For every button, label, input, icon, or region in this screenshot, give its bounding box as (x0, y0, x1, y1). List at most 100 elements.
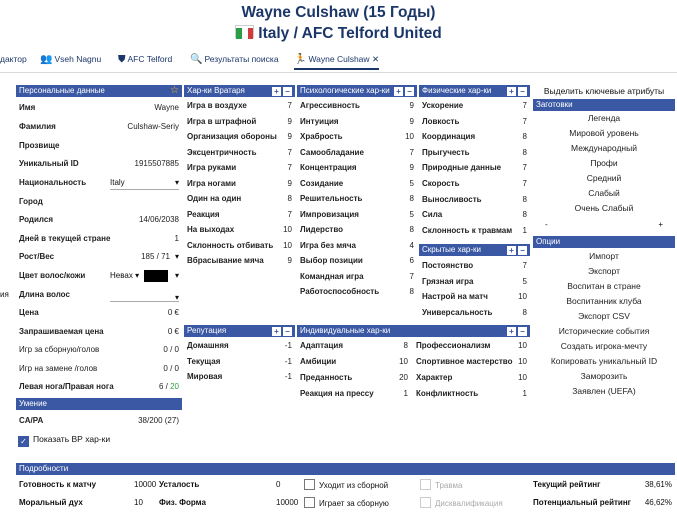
price-field[interactable]: 0 € (168, 304, 179, 322)
collapse-icon[interactable]: − (405, 87, 414, 96)
shield-icon: ⛊ (118, 54, 126, 65)
attribute-value[interactable]: 9 (288, 252, 292, 270)
collapse-icon[interactable]: − (283, 327, 292, 336)
personal-data-panel: Персональные данные ☆ Имя Wayne Фамилия Cul… (16, 85, 182, 397)
option-item[interactable]: Исторические события (533, 326, 675, 336)
favorite-star-icon[interactable]: ☆ (170, 85, 179, 97)
attribute-value[interactable]: 1 (404, 385, 408, 403)
tab-vseh-nagnu[interactable]: 👥 Vseh Nagnu (40, 54, 101, 65)
foot-row: Левая нога/Правая нога 6 / 20 (16, 378, 182, 396)
preset-item[interactable]: Очень Слабый (533, 203, 675, 213)
attribute-label: Реакция на прессу (300, 389, 374, 398)
hair-length-select[interactable]: ▾ (110, 289, 179, 302)
presets-title: Заготовки (536, 100, 573, 109)
option-item[interactable]: Воспитан в стране (533, 281, 675, 291)
subs-field[interactable]: 0 / 0 (163, 360, 179, 378)
collapse-icon[interactable]: − (283, 87, 292, 96)
ability-title: Умение (19, 399, 48, 408)
attribute-value[interactable]: 8 (410, 283, 414, 301)
mental-header: Психологические хар-ки + − (297, 85, 417, 97)
attribute-value[interactable]: 1 (523, 385, 527, 403)
attribute-row: Склонность к травмам 1 (419, 222, 530, 240)
chevron-down-icon: ▾ (174, 178, 179, 187)
mental-panel: Психологические хар-ки + − Агрессивность 9 И… (297, 85, 417, 319)
foot-field[interactable]: 6 / 20 (159, 378, 179, 396)
uid-field[interactable]: 1915507885 (135, 155, 180, 173)
expand-icon[interactable]: + (507, 246, 516, 255)
decrease-button[interactable]: - (545, 220, 548, 229)
tab-editor[interactable]: дактор (0, 54, 27, 64)
skin-chevron-icon[interactable]: ▾ (175, 267, 179, 285)
attribute-value[interactable]: 1 (523, 222, 527, 240)
club-nation-text: Italy / AFC Telford United (258, 25, 442, 42)
preset-item[interactable]: Международный (533, 143, 675, 153)
skin-color-swatch[interactable] (144, 270, 168, 282)
preset-item[interactable]: Мировой уровень (533, 128, 675, 138)
option-item[interactable]: Копировать уникальный ID (533, 356, 675, 366)
injury-checkbox[interactable]: Травма (420, 479, 462, 490)
preset-item[interactable]: Легенда (533, 113, 675, 123)
option-item[interactable]: Создать игрока-мечту (533, 341, 675, 351)
option-item[interactable]: Воспитанник клуба (533, 296, 675, 306)
stepper-icon[interactable]: ▾ (175, 248, 179, 266)
subs-row: Игр на замене /голов 0 / 0 (16, 360, 182, 378)
height-field[interactable]: 185 / 71 (141, 248, 170, 266)
leaves-national-checkbox[interactable]: Уходит из сборной (304, 479, 388, 490)
personal-data-title: Персональные данные (19, 86, 105, 95)
plays-national-checkbox[interactable]: Играет за сборную (304, 497, 389, 508)
ca-pa-field[interactable]: 38/200 (27) (138, 412, 179, 430)
option-item[interactable]: Экспорт CSV (533, 311, 675, 321)
city-field[interactable] (119, 193, 179, 205)
option-item[interactable]: Импорт (533, 251, 675, 261)
height-value: 185 (141, 252, 155, 261)
highlight-key-attributes-button[interactable]: Выделить ключевые атрибуты (533, 86, 675, 96)
surname-field[interactable]: Culshaw-Seriy (127, 118, 179, 136)
name-field[interactable]: Wayne (154, 99, 179, 117)
form-field[interactable]: 10000 (276, 498, 298, 507)
born-field[interactable]: 14/06/2038 (139, 211, 179, 229)
option-item[interactable]: Заявлен (UEFA) (533, 386, 675, 396)
expand-icon[interactable]: + (507, 327, 516, 336)
tab-wayne-culshaw[interactable]: 🏃 Wayne Culshaw ✕ (294, 54, 380, 70)
hair-length-label: Длина волос (19, 290, 70, 299)
price-label: Цена (19, 308, 39, 317)
option-item[interactable]: Заморозить (533, 371, 675, 381)
collapse-icon[interactable]: − (518, 87, 527, 96)
nationality-select[interactable]: Italy ▾ (110, 177, 179, 190)
preset-item[interactable]: Профи (533, 158, 675, 168)
expand-icon[interactable]: + (507, 87, 516, 96)
days-field[interactable]: 1 (175, 230, 179, 248)
nickname-field[interactable] (119, 137, 179, 149)
tab-afc-telford[interactable]: ⛊ AFC Telford (118, 54, 172, 65)
expand-icon[interactable]: + (272, 87, 281, 96)
fatigue-field[interactable]: 0 (276, 480, 280, 489)
caps-field[interactable]: 0 / 0 (163, 341, 179, 359)
checkbox-icon (420, 497, 431, 508)
close-tab-icon[interactable]: ✕ (372, 54, 379, 64)
asked-price-field[interactable]: 0 € (168, 323, 179, 341)
preset-item[interactable]: Слабый (533, 188, 675, 198)
tab-search-results[interactable]: 🔍 Результаты поиска (190, 54, 279, 65)
options-list: Импорт Экспорт Воспитан в стране Воспитанни… (533, 251, 675, 401)
current-rating-label: Текущий рейтинг (533, 480, 601, 489)
disqualification-checkbox[interactable]: Дисквалификация (420, 497, 503, 508)
option-item[interactable]: Экспорт (533, 266, 675, 276)
physical-title: Физические хар-ки (422, 86, 492, 95)
expand-icon[interactable]: + (272, 327, 281, 336)
collapse-icon[interactable]: − (518, 246, 527, 255)
preset-item[interactable]: Средний (533, 173, 675, 183)
player-title: Wayne Culshaw (15 Годы) (241, 4, 436, 21)
attribute-value[interactable]: -1 (285, 368, 292, 386)
height-weight-row: Рост/Вес 185 / 71 ▾ (16, 248, 182, 266)
name-label: Имя (19, 103, 36, 112)
morale-field[interactable]: 10 (134, 498, 143, 507)
attribute-value[interactable]: 8 (523, 304, 527, 322)
checkbox-checked-icon: ✓ (18, 436, 29, 447)
increase-button[interactable]: + (658, 220, 663, 229)
hair-select[interactable]: Невах ▾ (110, 267, 139, 285)
collapse-icon[interactable]: − (518, 327, 527, 336)
expand-icon[interactable]: + (394, 87, 403, 96)
readiness-field[interactable]: 10000 (134, 480, 156, 489)
city-row: Город (16, 193, 182, 211)
show-attributes-checkbox[interactable]: ✓ Показать ВР хар-ки (18, 434, 110, 447)
